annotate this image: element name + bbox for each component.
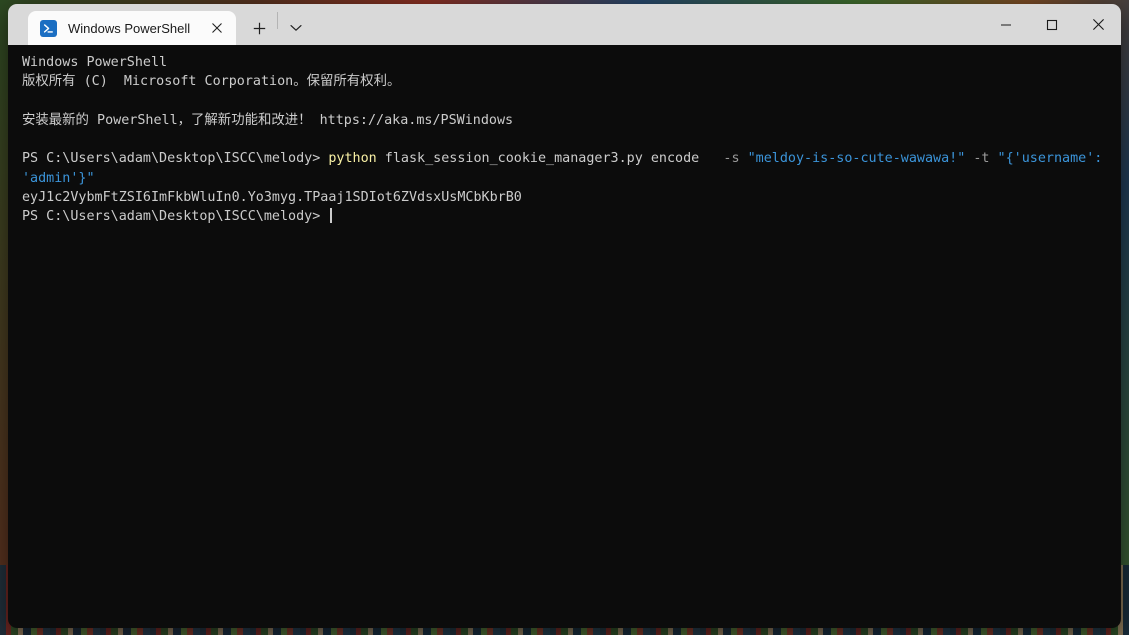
terminal-text: eyJ1c2VybmFtZSI6ImFkbWluIn0.Yo3myg.TPaaj… <box>22 190 522 206</box>
window-caption-buttons <box>983 4 1121 45</box>
terminal-text: PS C:\Users\adam\Desktop\ISCC\melody> <box>22 151 329 167</box>
open-new-tab-dropdown-button[interactable] <box>279 11 313 45</box>
terminal-text: "meldoy-is-so-cute-wawawa!" <box>747 151 966 167</box>
terminal-text: -t <box>965 151 990 167</box>
tabbar-divider <box>277 12 278 29</box>
terminal-line: Windows PowerShell <box>22 53 1121 72</box>
title-bar[interactable]: Windows PowerShell <box>8 4 1121 45</box>
terminal-line: PS C:\Users\adam\Desktop\ISCC\melody> <box>22 207 1121 226</box>
terminal-text: 安装最新的 PowerShell，了解新功能和改进！ https://aka.m… <box>22 112 514 128</box>
terminal-text: Windows PowerShell <box>22 55 168 70</box>
terminal-output[interactable]: Windows PowerShell 版权所有 (C) Microsoft Cor… <box>8 45 1121 628</box>
terminal-text: PS C:\Users\adam\Desktop\ISCC\melody> <box>22 209 329 225</box>
tab-title: Windows PowerShell <box>68 20 191 36</box>
tab-windows-powershell[interactable]: Windows PowerShell <box>28 11 236 45</box>
close-window-button[interactable] <box>1075 4 1121 45</box>
terminal-line: 版权所有 (C) Microsoft Corporation。保留所有权利。 <box>22 72 1121 91</box>
minimize-button[interactable] <box>983 4 1029 45</box>
terminal-line: 安装最新的 PowerShell，了解新功能和改进！ https://aka.m… <box>22 111 1121 130</box>
terminal-line: eyJ1c2VybmFtZSI6ImFkbWluIn0.Yo3myg.TPaaj… <box>22 188 1121 207</box>
terminal-line: PS C:\Users\adam\Desktop\ISCC\melody> py… <box>22 149 1121 188</box>
terminal-text: -s <box>715 151 748 167</box>
close-tab-icon[interactable] <box>204 15 230 41</box>
terminal-text: 版权所有 (C) Microsoft Corporation。保留所有权利。 <box>22 74 401 90</box>
new-tab-button[interactable] <box>242 11 276 45</box>
terminal-text: python <box>328 151 377 167</box>
text-cursor <box>330 208 332 224</box>
terminal-text: flask_session_cookie_manager3.py encode <box>376 151 716 167</box>
terminal-window: Windows PowerShell Windows PowerShell 版权… <box>8 4 1121 628</box>
maximize-button[interactable] <box>1029 4 1075 45</box>
powershell-prompt-icon <box>40 19 57 37</box>
